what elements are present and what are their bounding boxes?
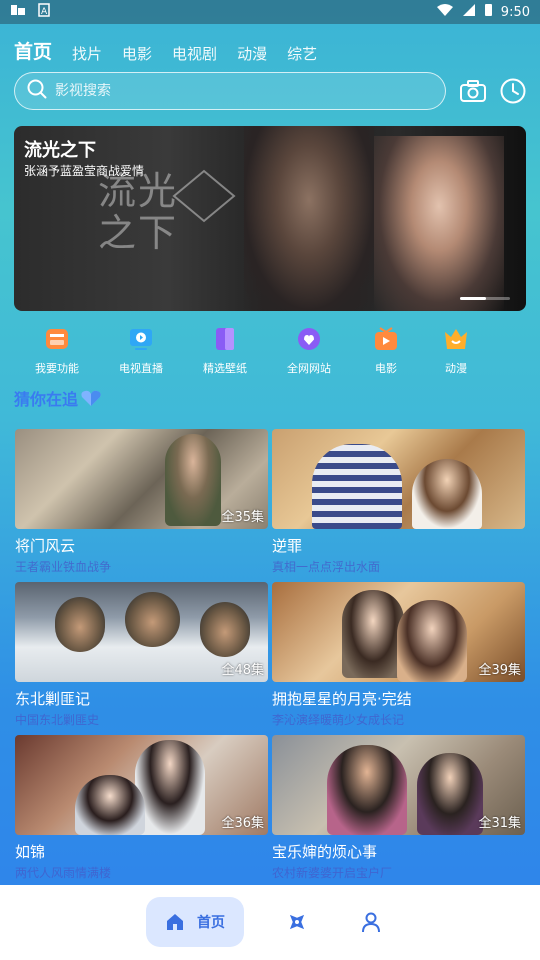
show-title: 宝乐婶的烦心事 bbox=[272, 843, 378, 861]
show-poster: 全31集 bbox=[272, 735, 525, 835]
show-desc: 中国东北剿匪史 bbox=[15, 713, 100, 727]
banner-indicator-active bbox=[460, 297, 486, 300]
search-bar[interactable] bbox=[14, 72, 446, 110]
signal-icon bbox=[462, 3, 476, 21]
banner-subtitle: 张涵予蓝盈莹商战爱情 bbox=[24, 164, 145, 178]
battery-icon bbox=[484, 3, 493, 21]
quick-link-web[interactable]: 全网网站 bbox=[274, 326, 344, 376]
show-desc: 王者霸业铁血战争 bbox=[15, 560, 112, 574]
show-title: 逆罪 bbox=[272, 537, 303, 555]
show-desc: 两代人风雨情满楼 bbox=[15, 866, 112, 880]
calligraphy-line2: 之下 bbox=[98, 211, 179, 255]
tab-home[interactable]: 首页 bbox=[14, 37, 52, 64]
search-input[interactable] bbox=[55, 83, 415, 99]
quick-link-anime[interactable]: 动漫 bbox=[421, 326, 491, 376]
show-title: 如锦 bbox=[15, 843, 46, 861]
heart-icon bbox=[81, 390, 101, 406]
tv-live-icon bbox=[130, 329, 152, 350]
app-notification-icon bbox=[10, 3, 26, 21]
quick-link-label: 电影 bbox=[375, 362, 397, 375]
status-bar: A 9:50 bbox=[0, 0, 540, 24]
quick-link-label: 动漫 bbox=[445, 362, 467, 375]
episode-count: 全31集 bbox=[478, 816, 521, 831]
tab-anime[interactable]: 动漫 bbox=[237, 43, 267, 64]
web-icon bbox=[298, 328, 320, 350]
wallpaper-icon bbox=[216, 328, 234, 350]
quick-link-label: 全网网站 bbox=[287, 362, 331, 375]
show-title: 拥抱星星的月亮·完结 bbox=[272, 690, 412, 708]
search-icon bbox=[27, 79, 47, 103]
banner-calligraphy: 流光 之下 bbox=[98, 170, 178, 254]
episode-count: 全35集 bbox=[221, 510, 264, 525]
history-clock-icon[interactable] bbox=[499, 77, 527, 105]
banner-actor-left bbox=[244, 126, 374, 311]
episode-count: 全39集 bbox=[478, 663, 521, 678]
featured-banner[interactable]: 流光 之下 流光之下 张涵予蓝盈莹商战爱情 bbox=[14, 126, 526, 311]
profile-icon[interactable] bbox=[360, 911, 382, 933]
quick-link-label: 精选壁纸 bbox=[203, 362, 247, 375]
tab-variety[interactable]: 综艺 bbox=[287, 43, 317, 64]
svg-text:A: A bbox=[41, 7, 48, 17]
quick-link-tv-live[interactable]: 电视直播 bbox=[106, 326, 176, 376]
nav-home-button[interactable]: 首页 bbox=[146, 897, 244, 947]
quick-link-label: 我要功能 bbox=[35, 362, 79, 375]
banner-actor-right bbox=[374, 136, 504, 311]
quick-link-label: 电视直播 bbox=[119, 362, 163, 375]
tab-tv[interactable]: 电视剧 bbox=[172, 43, 217, 64]
bottom-nav: 首页 bbox=[0, 885, 540, 960]
clock-time: 9:50 bbox=[500, 4, 530, 20]
quick-links: 我要功能 电视直播 精选壁纸 全网网站 电影 动漫 bbox=[14, 326, 526, 376]
show-card[interactable]: 全31集 宝乐婶的烦心事 农村新婆婆开启宝户厂 bbox=[272, 735, 525, 881]
anime-icon bbox=[445, 329, 467, 349]
show-card[interactable]: 全36集 如锦 两代人风雨情满楼 bbox=[15, 735, 268, 881]
show-poster bbox=[272, 429, 525, 529]
show-poster: 全36集 bbox=[15, 735, 268, 835]
category-tabs: 首页 找片 电影 电视剧 动漫 综艺 bbox=[14, 36, 317, 64]
text-notification-icon: A bbox=[36, 3, 52, 21]
show-desc: 农村新婆婆开启宝户厂 bbox=[272, 866, 393, 880]
episode-count: 全36集 bbox=[221, 816, 264, 831]
show-title: 将门风云 bbox=[15, 537, 76, 555]
show-poster: 全39集 bbox=[272, 582, 525, 682]
section-title-text: 猜你在追 bbox=[14, 390, 79, 409]
movie-icon bbox=[375, 327, 397, 350]
feature-icon bbox=[46, 329, 68, 349]
quick-link-feature[interactable]: 我要功能 bbox=[22, 326, 92, 376]
episode-count: 全48集 bbox=[221, 663, 264, 678]
banner-title: 流光之下 bbox=[24, 140, 96, 161]
show-title: 东北剿匪记 bbox=[15, 690, 91, 708]
quick-link-movie[interactable]: 电影 bbox=[351, 326, 421, 376]
tab-movies[interactable]: 电影 bbox=[122, 43, 152, 64]
show-desc: 真相一点点浮出水面 bbox=[272, 560, 381, 574]
show-poster: 全35集 bbox=[15, 429, 268, 529]
wifi-icon bbox=[436, 3, 454, 21]
show-card[interactable]: 全39集 拥抱星星的月亮·完结 李沁演绎暖萌少女成长记 bbox=[272, 582, 525, 728]
show-card[interactable]: 全35集 将门风云 王者霸业铁血战争 bbox=[15, 429, 268, 575]
section-title: 猜你在追 bbox=[14, 386, 102, 410]
show-desc: 李沁演绎暖萌少女成长记 bbox=[272, 713, 405, 727]
home-icon bbox=[167, 914, 183, 930]
camera-icon[interactable] bbox=[459, 77, 487, 105]
quick-link-wallpaper[interactable]: 精选壁纸 bbox=[190, 326, 260, 376]
tab-find[interactable]: 找片 bbox=[72, 43, 102, 64]
show-card[interactable]: 全48集 东北剿匪记 中国东北剿匪史 bbox=[15, 582, 268, 728]
discover-icon[interactable] bbox=[286, 911, 308, 933]
nav-home-label: 首页 bbox=[197, 915, 225, 931]
show-card[interactable]: 逆罪 真相一点点浮出水面 bbox=[272, 429, 525, 575]
show-poster: 全48集 bbox=[15, 582, 268, 682]
